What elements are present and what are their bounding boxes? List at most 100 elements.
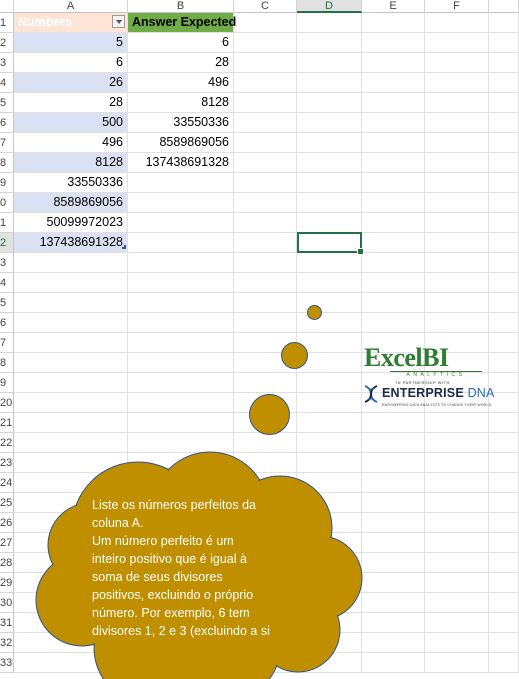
grid-cell[interactable] <box>425 453 489 473</box>
grid-cell[interactable] <box>425 413 489 433</box>
grid-cell[interactable] <box>489 633 519 653</box>
row-header[interactable]: 28 <box>0 553 14 573</box>
grid-cell[interactable] <box>425 33 489 53</box>
column-header-a[interactable]: A <box>14 0 128 13</box>
grid-cell[interactable] <box>297 373 362 393</box>
grid-cell[interactable] <box>489 333 519 353</box>
grid-cell[interactable] <box>362 33 425 53</box>
grid-cell[interactable] <box>297 53 362 73</box>
grid-cell[interactable] <box>489 233 519 253</box>
grid-cell[interactable] <box>489 173 519 193</box>
row-header[interactable]: 1 <box>0 213 14 233</box>
table-row[interactable]: 137438691328 <box>14 233 128 253</box>
grid-cell[interactable] <box>128 193 234 213</box>
row-header[interactable]: 6 <box>0 113 14 133</box>
grid-cell[interactable] <box>362 633 425 653</box>
grid-cell[interactable] <box>297 113 362 133</box>
grid-cell[interactable] <box>489 553 519 573</box>
table-row[interactable]: 500 <box>14 113 128 133</box>
grid-cell[interactable] <box>362 573 425 593</box>
grid-cell[interactable] <box>297 213 362 233</box>
grid-cell[interactable] <box>362 593 425 613</box>
row-header[interactable]: 22 <box>0 433 14 453</box>
grid-cell[interactable] <box>362 613 425 633</box>
grid-cell[interactable] <box>297 153 362 173</box>
grid-cell[interactable] <box>234 213 297 233</box>
row-header[interactable]: 5 <box>0 293 14 313</box>
spreadsheet-grid[interactable]: A B C D E F 1 2 3 4 5 6 7 8 9 0 1 2 3 4 5 6 7 8 9 20 21 22 23 2… <box>0 0 519 679</box>
row-header[interactable]: 26 <box>0 513 14 533</box>
grid-cell[interactable] <box>489 33 519 53</box>
grid-cell[interactable] <box>128 333 234 353</box>
grid-cell[interactable] <box>425 53 489 73</box>
row-header[interactable]: 33 <box>0 653 14 673</box>
grid-cell[interactable] <box>234 273 297 293</box>
grid-cell[interactable] <box>489 453 519 473</box>
grid-cell[interactable] <box>489 513 519 533</box>
thought-bubble-small[interactable] <box>307 305 322 320</box>
grid-cell[interactable] <box>425 553 489 573</box>
row-header[interactable]: 7 <box>0 133 14 153</box>
column-header-d[interactable]: D <box>297 0 362 13</box>
grid-cell[interactable] <box>425 13 489 33</box>
table-header-answer-expected[interactable]: Answer Expected <box>128 13 236 33</box>
grid-cell[interactable] <box>14 333 128 353</box>
table-row[interactable]: 8128 <box>14 153 128 173</box>
row-header[interactable]: 30 <box>0 593 14 613</box>
thought-bubble-large[interactable] <box>249 394 290 435</box>
grid-cell[interactable] <box>234 373 297 393</box>
grid-cell[interactable] <box>489 193 519 213</box>
grid-cell[interactable] <box>362 553 425 573</box>
grid-cell[interactable] <box>128 173 234 193</box>
select-all-corner[interactable] <box>0 0 14 13</box>
grid-cell[interactable] <box>234 73 297 93</box>
grid-cell[interactable] <box>362 413 425 433</box>
column-header-b[interactable]: B <box>128 0 234 13</box>
grid-cell[interactable] <box>425 233 489 253</box>
grid-cell[interactable] <box>425 253 489 273</box>
grid-cell[interactable] <box>362 273 425 293</box>
grid-cell[interactable] <box>297 273 362 293</box>
grid-cell[interactable] <box>489 413 519 433</box>
grid-cell[interactable] <box>489 653 519 673</box>
table-row[interactable]: 6 <box>128 33 234 53</box>
grid-cell[interactable] <box>297 73 362 93</box>
grid-cell[interactable] <box>489 213 519 233</box>
grid-cell[interactable] <box>425 653 489 673</box>
row-header[interactable]: 9 <box>0 373 14 393</box>
grid-cell[interactable] <box>425 573 489 593</box>
row-header[interactable]: 29 <box>0 573 14 593</box>
grid-cell[interactable] <box>425 493 489 513</box>
grid-cell[interactable] <box>425 533 489 553</box>
grid-cell[interactable] <box>489 473 519 493</box>
row-header[interactable]: 8 <box>0 153 14 173</box>
active-cell-selection[interactable] <box>297 232 364 255</box>
grid-cell[interactable] <box>362 433 425 453</box>
grid-cell[interactable] <box>362 133 425 153</box>
row-header[interactable]: 24 <box>0 473 14 493</box>
row-header[interactable]: 4 <box>0 73 14 93</box>
row-header[interactable]: 1 <box>0 13 14 33</box>
grid-cell[interactable] <box>234 153 297 173</box>
grid-cell[interactable] <box>234 33 297 53</box>
row-header[interactable]: 25 <box>0 493 14 513</box>
grid-cell[interactable] <box>14 273 128 293</box>
row-header[interactable]: 8 <box>0 353 14 373</box>
grid-cell[interactable] <box>234 113 297 133</box>
grid-cell[interactable] <box>362 533 425 553</box>
filter-dropdown-icon[interactable] <box>112 15 125 28</box>
grid-cell[interactable] <box>234 313 297 333</box>
grid-cell[interactable] <box>489 13 519 33</box>
table-row[interactable]: 26 <box>14 73 128 93</box>
grid-cell[interactable] <box>362 73 425 93</box>
grid-cell[interactable] <box>425 313 489 333</box>
table-row[interactable]: 28 <box>128 53 234 73</box>
grid-cell[interactable] <box>362 653 425 673</box>
table-row[interactable]: 33550336 <box>14 173 128 193</box>
table-resize-handle[interactable] <box>122 245 126 249</box>
row-header[interactable]: 5 <box>0 93 14 113</box>
grid-cell[interactable] <box>128 413 234 433</box>
grid-cell[interactable] <box>14 313 128 333</box>
table-row[interactable]: 8589869056 <box>128 133 234 153</box>
grid-cell[interactable] <box>489 93 519 113</box>
